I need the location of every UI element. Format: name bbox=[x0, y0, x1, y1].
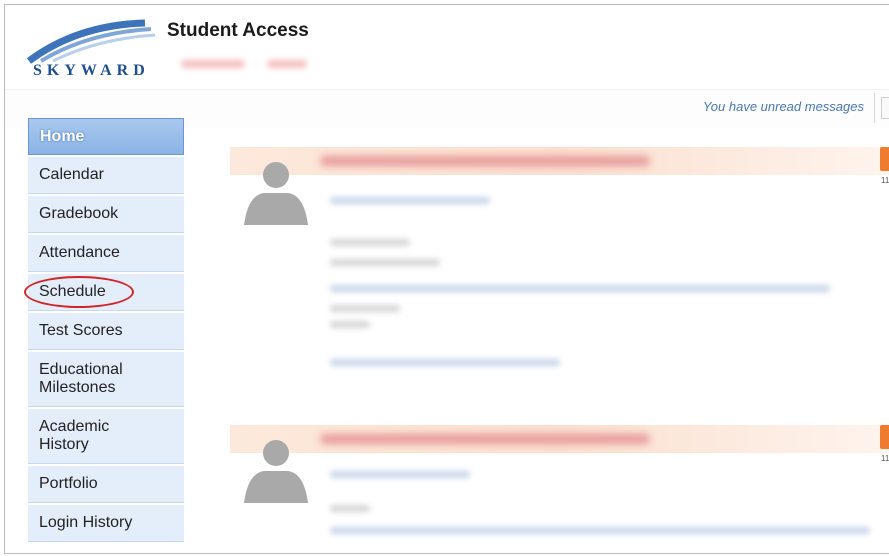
sidebar-item-label: Attendance bbox=[39, 244, 120, 261]
blurred-post-text bbox=[330, 321, 370, 328]
message-post: 11 bbox=[230, 147, 889, 387]
post-icon[interactable] bbox=[880, 147, 889, 171]
avatar-icon bbox=[244, 440, 308, 503]
sidebar-item-home[interactable]: Home bbox=[28, 118, 184, 155]
post-icon-count: 11 bbox=[881, 176, 889, 185]
blurred-post-link bbox=[330, 359, 560, 366]
unread-messages-link[interactable]: You have unread messages bbox=[703, 99, 864, 114]
sidebar-item-label-line2: Milestones bbox=[39, 379, 116, 396]
sidebar-item-gradebook[interactable]: Gradebook bbox=[28, 196, 184, 233]
sidebar-item-test-scores[interactable]: Test Scores bbox=[28, 313, 184, 350]
blurred-post-text bbox=[330, 305, 400, 312]
message-post: 11 bbox=[230, 425, 889, 553]
header: SKYWARD Student Access bbox=[5, 5, 889, 89]
message-box-button[interactable] bbox=[881, 97, 889, 119]
sidebar-item-label: Educational Milestones bbox=[39, 361, 123, 397]
sidebar-item-label: Home bbox=[40, 127, 85, 145]
blurred-post-text bbox=[330, 527, 870, 534]
avatar-icon bbox=[244, 162, 308, 225]
logo-text: SKYWARD bbox=[33, 62, 150, 79]
sidebar-item-label-line1: Educational bbox=[39, 361, 123, 378]
sidebar-item-label: Gradebook bbox=[39, 205, 119, 222]
blurred-post-text bbox=[330, 239, 410, 246]
blurred-post-text bbox=[330, 197, 490, 204]
sidebar-item-label: Academic History bbox=[39, 418, 109, 454]
sidebar-item-label-line2: History bbox=[39, 436, 89, 453]
sidebar-item-portfolio[interactable]: Portfolio bbox=[28, 466, 184, 503]
skyward-logo: SKYWARD bbox=[26, 17, 167, 81]
sidebar-item-login-history[interactable]: Login History bbox=[28, 505, 184, 542]
blurred-post-text bbox=[330, 259, 440, 266]
post-icon-count: 11 bbox=[881, 454, 889, 463]
sidebar-item-label: Login History bbox=[39, 514, 133, 531]
sidebar-item-label-line1: Academic bbox=[39, 418, 110, 435]
blurred-user-name bbox=[181, 60, 245, 68]
sidebar-item-label: Test Scores bbox=[39, 322, 123, 339]
sidebar-item-label: Schedule bbox=[39, 283, 106, 300]
post-header-bar bbox=[230, 425, 889, 453]
sidebar-item-label: Portfolio bbox=[39, 475, 98, 492]
logo-swoosh-icon bbox=[26, 19, 156, 64]
app-window: SKYWARD Student Access You have unread m… bbox=[4, 4, 889, 554]
blurred-post-text bbox=[330, 285, 830, 292]
blurred-post-text bbox=[330, 471, 470, 478]
sidebar-item-educational-milestones[interactable]: Educational Milestones bbox=[28, 352, 184, 407]
sidebar-item-schedule[interactable]: Schedule bbox=[24, 274, 184, 311]
blurred-post-title bbox=[320, 434, 650, 444]
sidebar-nav: Home Calendar Gradebook Attendance Sched… bbox=[24, 118, 188, 544]
blurred-post-title bbox=[320, 156, 650, 166]
blurred-post-text bbox=[330, 505, 370, 512]
post-header-bar bbox=[230, 147, 889, 175]
sidebar-item-calendar[interactable]: Calendar bbox=[28, 157, 184, 194]
blurred-user-detail bbox=[267, 60, 307, 68]
post-icon[interactable] bbox=[880, 425, 889, 449]
sidebar-item-academic-history[interactable]: Academic History bbox=[28, 409, 184, 464]
page-title: Student Access bbox=[167, 20, 309, 41]
divider bbox=[874, 93, 875, 123]
sidebar-item-attendance[interactable]: Attendance bbox=[28, 235, 184, 272]
sidebar-item-label: Calendar bbox=[39, 166, 104, 183]
